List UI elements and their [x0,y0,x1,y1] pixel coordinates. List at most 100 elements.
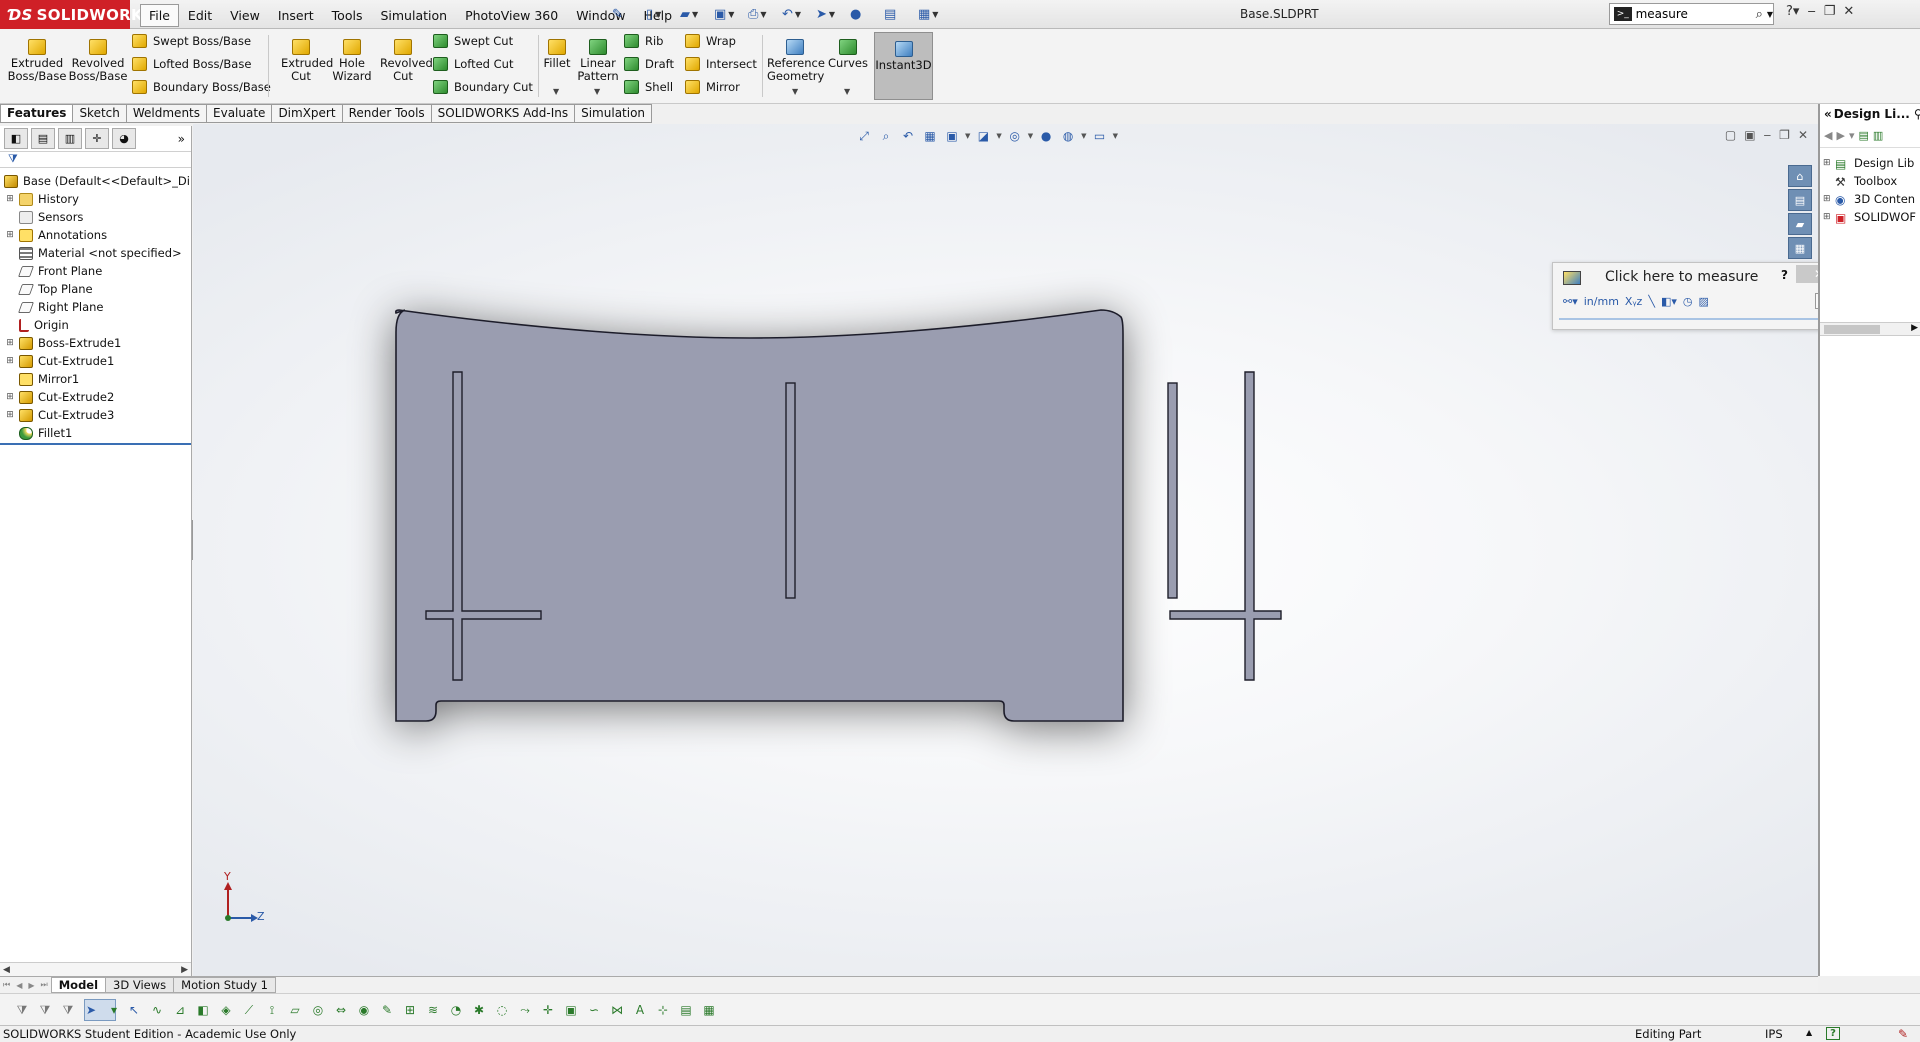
origin-filter-icon[interactable]: ⊹ [655,1002,671,1018]
fillet-dropdown-icon[interactable]: ▼ [553,87,559,96]
tab-evaluate[interactable]: Evaluate [206,104,273,123]
chevron-down-icon[interactable]: ▼ [1028,132,1033,140]
design-library-tab-icon[interactable]: ▤ [1788,189,1812,211]
expand-icon[interactable]: ⊞ [5,392,15,402]
tab-motion-study[interactable]: Motion Study 1 [173,977,276,993]
tab-features[interactable]: Features [0,104,74,123]
boundary-cut-button[interactable]: Boundary Cut [433,78,533,96]
feature-manager-icon[interactable]: ◧ [4,128,28,149]
part-view[interactable] [193,124,1818,976]
extruded-cut-button[interactable]: Extruded Cut [274,39,333,83]
add-to-library-icon[interactable]: ▤ [1858,129,1868,142]
section-view-icon[interactable]: ▦ [921,128,939,144]
expand-icon[interactable]: ⊞ [5,230,15,240]
close-icon[interactable]: ✕ [1798,128,1808,142]
view-orientation-icon[interactable]: ▣ [943,128,961,144]
note-filter-icon[interactable]: ✎ [379,1002,395,1018]
tree-item[interactable]: Mirror1 [0,370,191,388]
search-input[interactable] [1635,7,1756,21]
chevron-down-icon[interactable]: ▼ [1081,132,1086,140]
add-file-location-icon[interactable]: ▥ [1873,129,1883,142]
appearance-icon[interactable]: ● [1037,128,1055,144]
routing-filter-icon[interactable]: ⤳ [517,1002,533,1018]
solidworks-logo[interactable]: ƊS SOLIDWORKS [0,0,154,29]
expand-icon[interactable]: ⊞ [5,356,15,366]
curves-button[interactable]: Curves [828,39,868,70]
menu-file[interactable]: File [140,4,179,27]
save-icon[interactable]: ▣ ▼ [714,5,744,23]
scroll-right-icon[interactable]: ▶ [181,965,188,975]
chevron-right-icon[interactable]: » [178,132,185,146]
double-chevron-icon[interactable]: « [1824,107,1832,121]
datum-filter-icon[interactable]: ⊞ [402,1002,418,1018]
boundary-boss-button[interactable]: Boundary Boss/Base [132,78,271,96]
back-icon[interactable]: ◀ [1824,129,1832,142]
tab-model[interactable]: Model [50,977,107,993]
solid-body-icon[interactable]: ▦ [701,1002,717,1018]
selection-filter-icon[interactable]: ⧩ [60,1002,76,1018]
curves-dropdown-icon[interactable]: ▼ [844,87,850,96]
mirror-button[interactable]: Mirror [685,78,740,96]
menu-insert[interactable]: Insert [269,4,323,27]
reference-geometry-dropdown-icon[interactable]: ▼ [792,87,798,96]
task-pane-scrollbar[interactable]: ▶ [1820,322,1920,336]
minimize-icon[interactable]: ‒ [1807,4,1815,19]
select-arrow-icon[interactable]: ➤ ▼ [816,5,846,23]
filter-icon[interactable]: ⧩ [0,152,191,168]
revolved-cut-button[interactable]: Revolved Cut [378,39,433,83]
draft-button[interactable]: Draft [624,55,674,73]
balloon-filter-icon[interactable]: ◔ [448,1002,464,1018]
chevron-down-icon[interactable]: ▾ [1849,129,1855,142]
unit-system[interactable]: IPS [1765,1027,1783,1041]
linear-pattern-button[interactable]: Linear Pattern [576,39,620,83]
print-icon[interactable]: ⎙ ▼ [748,5,778,23]
undo-icon[interactable]: ↶ ▼ [782,5,812,23]
select-arrow-icon[interactable]: ➤ [83,1002,99,1018]
sensor-icon[interactable]: ▨ [1699,293,1709,309]
instant3d-button[interactable]: Instant3D [874,32,933,100]
tree-root[interactable]: Base (Default<<Default>_Di [0,172,191,190]
measure-dialog[interactable]: Click here to measure ? ✕ ⚯▾ in/mm Xᵧz ╲… [1552,262,1845,330]
menu-edit[interactable]: Edit [179,4,221,27]
view-palette-icon[interactable]: ▦ [1788,237,1812,259]
task-pane-item[interactable]: ⊞ ▤ Design Lib [1820,154,1920,172]
midpoint-filter-icon[interactable]: ⋈ [609,1002,625,1018]
display-manager-icon[interactable]: ◕ [112,128,136,149]
minimize-icon[interactable]: ‒ [1764,128,1772,142]
file-properties-icon[interactable]: ▤ [884,5,914,23]
pen-icon[interactable]: ✎ [1898,1027,1908,1041]
hole-filter-icon[interactable]: ◉ [356,1002,372,1018]
first-tab-icon[interactable]: ⏮ [3,980,10,990]
new-document-icon[interactable]: ▯ ▼ [646,5,676,23]
tree-item[interactable]: Top Plane [0,280,191,298]
hole-wizard-button[interactable]: Hole Wizard [326,39,378,83]
extruded-boss-button[interactable]: Extruded Boss/Base [8,39,66,83]
tab-simulation[interactable]: Simulation [574,104,653,123]
measure-title[interactable]: Click here to measure [1605,269,1758,285]
scene-icon[interactable]: ◍ [1059,128,1077,144]
intersect-button[interactable]: Intersect [685,55,757,73]
lofted-boss-button[interactable]: Lofted Boss/Base [132,55,251,73]
quick-tips-icon[interactable]: ? [1826,1027,1840,1040]
wrap-button[interactable]: Wrap [685,32,736,50]
sketch-point-icon[interactable]: ∿ [149,1002,165,1018]
tree-item[interactable]: Front Plane [0,262,191,280]
menu-view[interactable]: View [221,4,269,27]
xyz-icon[interactable]: Xᵧz [1625,293,1642,309]
expand-icon[interactable]: ⊞ [5,194,15,204]
expand-icon[interactable]: ⊞ [5,410,15,420]
rebuild-icon[interactable]: ● [850,5,880,23]
expand-icon[interactable]: ⊞ [5,338,15,348]
tab-addins[interactable]: SOLIDWORKS Add-Ins [430,104,576,123]
zoom-to-fit-icon[interactable]: ⤢ [855,128,873,144]
cascade-icon[interactable]: ▣ [1744,128,1755,142]
tab-sketch[interactable]: Sketch [72,104,127,123]
open-folder-icon[interactable]: ▰ ▼ [680,5,710,23]
projection-icon[interactable]: ◧▾ [1661,293,1677,309]
fillet-button[interactable]: Fillet [541,39,573,70]
plane-filter-icon[interactable]: ▱ [287,1002,303,1018]
scroll-thumb[interactable] [1824,325,1880,334]
options-icon[interactable]: ▦ ▼ [918,5,948,23]
rib-button[interactable]: Rib [624,32,664,50]
last-tab-icon[interactable]: ⏭ [41,980,48,990]
